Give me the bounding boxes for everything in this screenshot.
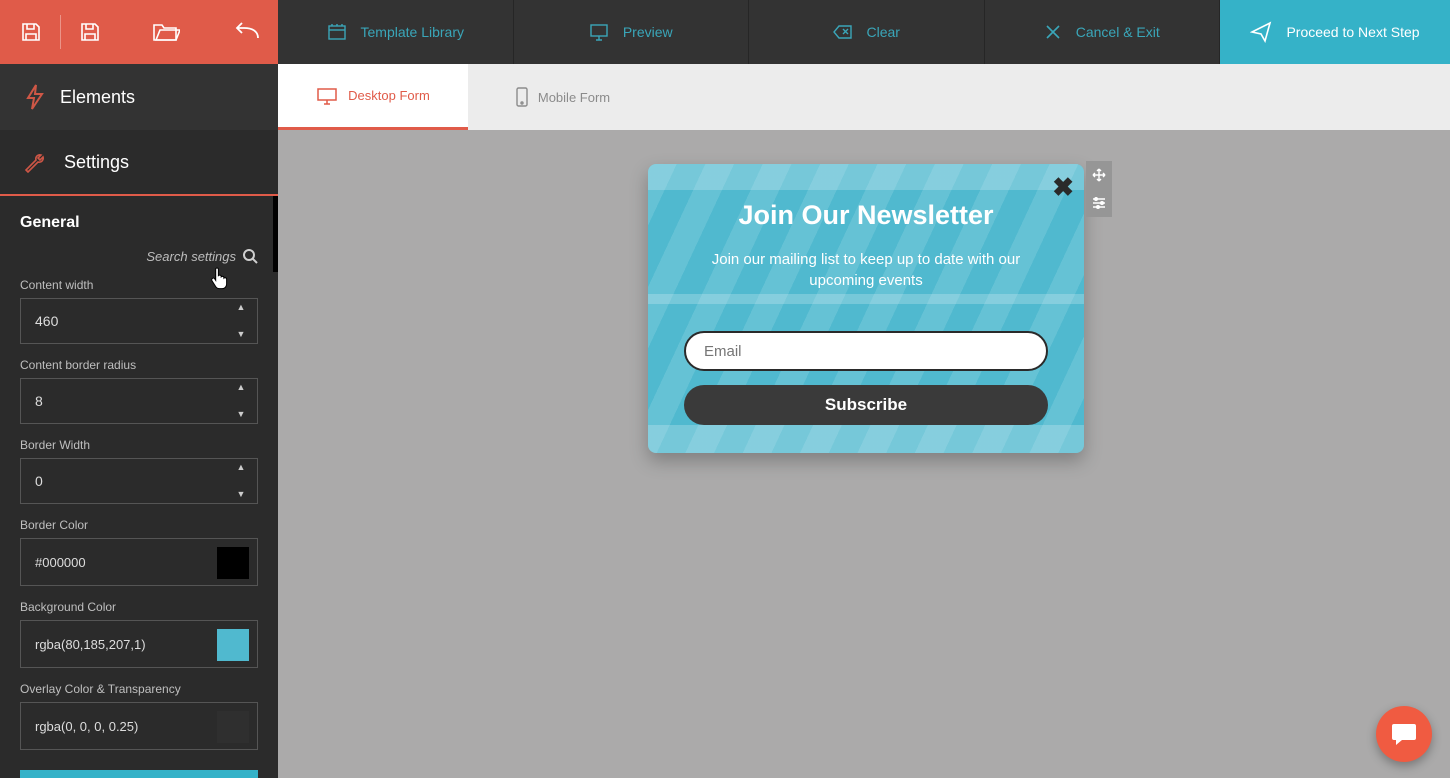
mobile-icon: [516, 87, 528, 107]
settings-action-button[interactable]: [20, 770, 258, 778]
tab-mobile-label: Mobile Form: [538, 90, 610, 105]
decrement-icon[interactable]: ▼: [231, 490, 251, 499]
tab-desktop-label: Desktop Form: [348, 88, 430, 103]
increment-icon[interactable]: ▲: [231, 383, 251, 392]
border-width-label: Border Width: [20, 438, 258, 452]
overlay-color-input[interactable]: rgba(0, 0, 0, 0.25): [20, 702, 258, 750]
content-width-spinner: ▲ ▼: [231, 303, 251, 339]
border-width-spinner: ▲ ▼: [231, 463, 251, 499]
increment-icon[interactable]: ▲: [231, 303, 251, 312]
popup-subscribe-button[interactable]: Subscribe: [684, 385, 1048, 425]
elements-label: Elements: [60, 87, 135, 108]
tab-desktop-form[interactable]: Desktop Form: [278, 64, 468, 130]
clear-icon: [833, 24, 853, 40]
popup-title: Join Our Newsletter: [684, 200, 1048, 231]
proceed-label: Proceed to Next Step: [1286, 24, 1419, 40]
send-icon: [1250, 21, 1272, 43]
sidebar: Elements Settings General Search setting…: [0, 64, 278, 778]
lightning-icon: [24, 84, 44, 110]
clear-label: Clear: [867, 24, 900, 40]
decorative-stripe: [648, 294, 1084, 304]
overlay-color-swatch[interactable]: [217, 711, 249, 743]
settings-sliders-icon[interactable]: [1086, 189, 1112, 217]
tab-mobile-form[interactable]: Mobile Form: [468, 64, 658, 130]
popup-preview[interactable]: ✖ Join Our Newsletter Join our mailing l…: [648, 164, 1084, 453]
library-icon: [327, 22, 347, 42]
preview-label: Preview: [623, 24, 673, 40]
chat-icon: [1390, 721, 1418, 747]
settings-search[interactable]: Search settings: [20, 248, 258, 264]
cancel-exit-button[interactable]: Cancel & Exit: [985, 0, 1221, 64]
border-width-value: 0: [35, 473, 43, 489]
clear-button[interactable]: Clear: [749, 0, 985, 64]
background-color-label: Background Color: [20, 600, 258, 614]
border-color-value: #000000: [35, 555, 86, 570]
content-width-input[interactable]: 460 ▲ ▼: [20, 298, 258, 344]
popup-email-input[interactable]: [684, 331, 1048, 371]
content-border-radius-spinner: ▲ ▼: [231, 383, 251, 419]
background-color-value: rgba(80,185,207,1): [35, 637, 146, 652]
popup-close-icon[interactable]: ✖: [1052, 172, 1074, 203]
top-toolbar: Template Library Preview Clear Cancel & …: [0, 0, 1450, 64]
border-color-swatch[interactable]: [217, 547, 249, 579]
desktop-icon: [316, 87, 338, 105]
decrement-icon[interactable]: ▼: [231, 330, 251, 339]
search-icon: [242, 248, 258, 264]
settings-label: Settings: [64, 152, 129, 173]
sidebar-tab-settings[interactable]: Settings: [0, 130, 278, 196]
preview-icon: [589, 23, 609, 41]
toolbar-file-group: [0, 0, 278, 64]
close-icon: [1044, 23, 1062, 41]
save-as-icon[interactable]: [69, 11, 111, 53]
toolbar-actions: Template Library Preview Clear Cancel & …: [278, 0, 1450, 64]
overlay-label: Overlay Color & Transparency: [20, 682, 258, 696]
border-color-input[interactable]: #000000: [20, 538, 258, 586]
background-color-swatch[interactable]: [217, 629, 249, 661]
device-tabs: Desktop Form Mobile Form: [278, 64, 1450, 130]
overlay-color-value: rgba(0, 0, 0, 0.25): [35, 719, 138, 734]
cancel-exit-label: Cancel & Exit: [1076, 24, 1160, 40]
wrench-icon: [24, 151, 48, 173]
undo-icon[interactable]: [226, 11, 268, 53]
move-handle-icon[interactable]: [1086, 161, 1112, 189]
decorative-stripe: [648, 164, 1084, 190]
border-color-label: Border Color: [20, 518, 258, 532]
template-library-label: Template Library: [361, 24, 465, 40]
content-border-radius-input[interactable]: 8 ▲ ▼: [20, 378, 258, 424]
popup-preview-wrap: ✖ Join Our Newsletter Join our mailing l…: [648, 164, 1084, 453]
template-library-button[interactable]: Template Library: [278, 0, 514, 64]
canvas: Desktop Form Mobile Form ✖ Join Our News…: [278, 64, 1450, 778]
content-width-label: Content width: [20, 278, 258, 292]
chat-widget-button[interactable]: [1376, 706, 1432, 762]
preview-button[interactable]: Preview: [514, 0, 750, 64]
open-folder-icon[interactable]: [145, 11, 187, 53]
content-width-value: 460: [35, 313, 58, 329]
increment-icon[interactable]: ▲: [231, 463, 251, 472]
border-width-input[interactable]: 0 ▲ ▼: [20, 458, 258, 504]
content-border-radius-label: Content border radius: [20, 358, 258, 372]
decrement-icon[interactable]: ▼: [231, 410, 251, 419]
toolbar-divider: [60, 15, 61, 49]
background-color-input[interactable]: rgba(80,185,207,1): [20, 620, 258, 668]
save-icon[interactable]: [10, 11, 52, 53]
content-border-radius-value: 8: [35, 393, 43, 409]
settings-section-title: General: [20, 214, 258, 232]
proceed-button[interactable]: Proceed to Next Step: [1220, 0, 1450, 64]
decorative-stripe: [648, 425, 1084, 453]
subscribe-label: Subscribe: [825, 395, 907, 415]
popup-side-controls: [1086, 161, 1112, 217]
sidebar-tab-elements[interactable]: Elements: [0, 64, 278, 130]
settings-panel: General Search settings Content width 46…: [0, 196, 278, 778]
search-placeholder-text: Search settings: [146, 249, 236, 264]
popup-subtitle: Join our mailing list to keep up to date…: [684, 249, 1048, 291]
